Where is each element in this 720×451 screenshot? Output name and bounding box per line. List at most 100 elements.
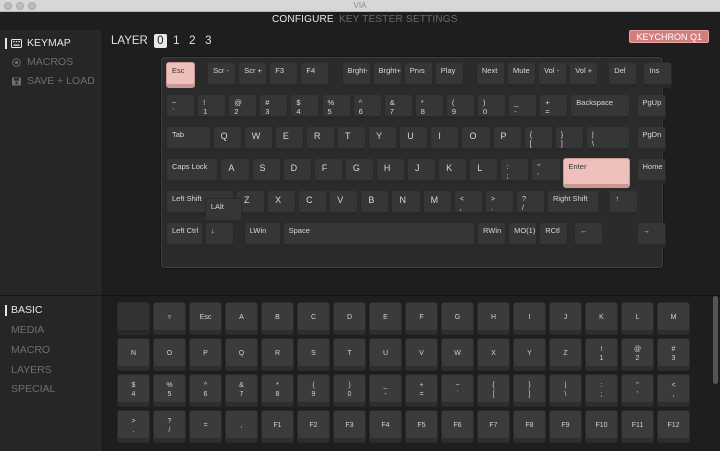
keycode-u35-3[interactable]: # 3 bbox=[657, 338, 690, 371]
keycode-c[interactable]: C bbox=[297, 302, 330, 335]
key-rctl[interactable]: RCtl bbox=[539, 222, 568, 248]
keycode-u42-8[interactable]: * 8 bbox=[261, 374, 294, 407]
layer-3-button[interactable]: 3 bbox=[202, 34, 215, 48]
key-a[interactable]: A bbox=[220, 158, 249, 184]
key-volu32u43[interactable]: Vol + bbox=[569, 62, 598, 88]
key-brghtu43[interactable]: Brght+ bbox=[373, 62, 402, 88]
tab-configure[interactable]: CONFIGURE bbox=[272, 14, 334, 25]
keycode-f9[interactable]: F9 bbox=[549, 410, 582, 443]
keycode-u63-u47[interactable]: ? / bbox=[153, 410, 186, 443]
key-capsu32lock[interactable]: Caps Lock bbox=[166, 158, 218, 184]
keycode-u9663[interactable]: ▿ bbox=[153, 302, 186, 335]
key-u8594[interactable]: → bbox=[637, 222, 666, 248]
sidebar-item-keymap[interactable]: KEYMAP bbox=[11, 37, 71, 49]
key-lalt[interactable]: LAlt bbox=[205, 198, 242, 224]
keycode-u[interactable]: U bbox=[369, 338, 402, 371]
keycode-f11[interactable]: F11 bbox=[621, 410, 654, 443]
keycode-l[interactable]: L bbox=[621, 302, 654, 335]
keycode-a[interactable]: A bbox=[225, 302, 258, 335]
key-u58-u59[interactable]: : ; bbox=[500, 158, 529, 184]
key-u8592[interactable]: ← bbox=[574, 222, 603, 248]
key-k[interactable]: K bbox=[438, 158, 467, 184]
key-j[interactable]: J bbox=[407, 158, 436, 184]
key-u43-u61[interactable]: + = bbox=[539, 94, 568, 120]
key-u123-u91[interactable]: { [ bbox=[524, 126, 553, 152]
key-ins[interactable]: Ins bbox=[643, 62, 672, 88]
keycode-u34-u39[interactable]: " ' bbox=[621, 374, 654, 407]
key-space[interactable]: Space bbox=[283, 222, 475, 248]
key-scru32-[interactable]: Scr - bbox=[207, 62, 236, 88]
key-x[interactable]: X bbox=[267, 190, 296, 216]
key-u40-9[interactable]: ( 9 bbox=[446, 94, 475, 120]
key-lwin[interactable]: LWin bbox=[244, 222, 281, 248]
key-u38-7[interactable]: & 7 bbox=[384, 94, 413, 120]
key-u124-u92[interactable]: | \ bbox=[586, 126, 631, 152]
key-g[interactable]: G bbox=[345, 158, 374, 184]
category-special[interactable]: SPECIAL bbox=[11, 383, 55, 395]
keycode-u44[interactable]: , bbox=[225, 410, 258, 443]
keycode-t[interactable]: T bbox=[333, 338, 366, 371]
keycode-none[interactable] bbox=[117, 302, 150, 335]
keycode-y[interactable]: Y bbox=[513, 338, 546, 371]
key-r[interactable]: R bbox=[306, 126, 335, 152]
keycode-u37-5[interactable]: % 5 bbox=[153, 374, 186, 407]
layer-0-button[interactable]: 0 bbox=[154, 34, 167, 48]
key-i[interactable]: I bbox=[430, 126, 459, 152]
category-layers[interactable]: LAYERS bbox=[11, 364, 52, 376]
keycode-w[interactable]: W bbox=[441, 338, 474, 371]
key-scru32u43[interactable]: Scr + bbox=[238, 62, 267, 88]
key-tab[interactable]: Tab bbox=[166, 126, 211, 152]
key-f3[interactable]: F3 bbox=[269, 62, 298, 88]
keycode-f12[interactable]: F12 bbox=[657, 410, 690, 443]
keycode-f10[interactable]: F10 bbox=[585, 410, 618, 443]
key-u37-5[interactable]: % 5 bbox=[322, 94, 351, 120]
key-u126-u96[interactable]: ~ ` bbox=[166, 94, 195, 120]
keycode-x[interactable]: X bbox=[477, 338, 510, 371]
key-u64-2[interactable]: @ 2 bbox=[228, 94, 257, 120]
keycode-u33-1[interactable]: ! 1 bbox=[585, 338, 618, 371]
key-del[interactable]: Del bbox=[608, 62, 637, 88]
key-v[interactable]: V bbox=[329, 190, 358, 216]
key-u34-u39[interactable]: " ' bbox=[531, 158, 560, 184]
keycode-p[interactable]: P bbox=[189, 338, 222, 371]
key-pgup[interactable]: PgUp bbox=[637, 94, 666, 120]
keycode-u64-2[interactable]: @ 2 bbox=[621, 338, 654, 371]
category-media[interactable]: MEDIA bbox=[11, 324, 44, 336]
key-y[interactable]: Y bbox=[368, 126, 397, 152]
keycode-f3[interactable]: F3 bbox=[333, 410, 366, 443]
keycode-k[interactable]: K bbox=[585, 302, 618, 335]
key-pgdn[interactable]: PgDn bbox=[637, 126, 666, 152]
keycode-u38-7[interactable]: & 7 bbox=[225, 374, 258, 407]
key-l[interactable]: L bbox=[469, 158, 498, 184]
keycode-u61[interactable]: = bbox=[189, 410, 222, 443]
keycode-f6[interactable]: F6 bbox=[441, 410, 474, 443]
keycode-u126-u96[interactable]: ~ ` bbox=[441, 374, 474, 407]
key-u8593[interactable]: ↑ bbox=[609, 190, 638, 216]
keycode-u41-0[interactable]: ) 0 bbox=[333, 374, 366, 407]
keycode-f1[interactable]: F1 bbox=[261, 410, 294, 443]
key-u36-4[interactable]: $ 4 bbox=[290, 94, 319, 120]
keycode-b[interactable]: B bbox=[261, 302, 294, 335]
key-esc[interactable]: Esc bbox=[166, 62, 195, 88]
keycode-f4[interactable]: F4 bbox=[369, 410, 402, 443]
keycode-f[interactable]: F bbox=[405, 302, 438, 335]
keycode-o[interactable]: O bbox=[153, 338, 186, 371]
key-volu32-[interactable]: Vol - bbox=[538, 62, 567, 88]
keycode-f5[interactable]: F5 bbox=[405, 410, 438, 443]
keycode-u95--[interactable]: _ - bbox=[369, 374, 402, 407]
keycode-u94-6[interactable]: ^ 6 bbox=[189, 374, 222, 407]
keycode-esc[interactable]: Esc bbox=[189, 302, 222, 335]
key-q[interactable]: Q bbox=[213, 126, 242, 152]
keycode-h[interactable]: H bbox=[477, 302, 510, 335]
keycode-z[interactable]: Z bbox=[549, 338, 582, 371]
keycode-s[interactable]: S bbox=[297, 338, 330, 371]
keycode-u125-u93[interactable]: } ] bbox=[513, 374, 546, 407]
key-u94-6[interactable]: ^ 6 bbox=[353, 94, 382, 120]
key-prvs[interactable]: Prvs bbox=[404, 62, 433, 88]
tab-settings[interactable]: SETTINGS bbox=[406, 14, 458, 25]
key-u62-u46[interactable]: > . bbox=[485, 190, 514, 216]
key-u125-u93[interactable]: } ] bbox=[555, 126, 584, 152]
keycode-f2[interactable]: F2 bbox=[297, 410, 330, 443]
keycode-scrollbar[interactable] bbox=[713, 296, 718, 384]
keycode-n[interactable]: N bbox=[117, 338, 150, 371]
